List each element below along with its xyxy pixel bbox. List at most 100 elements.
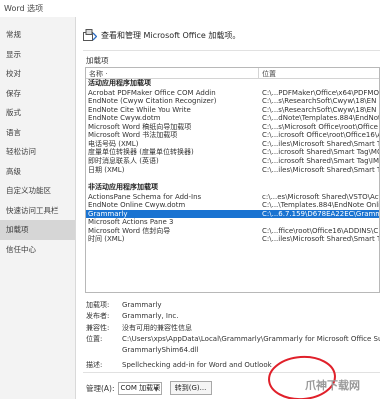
table-row[interactable]: 度量单位转换器 (度量单位转换器) C:\...icrosoft Shared\S… <box>86 148 379 157</box>
sidebar-item-advanced[interactable]: 高级 <box>0 162 75 182</box>
manage-select[interactable]: COM 加载项 ▼ <box>117 381 162 395</box>
column-header-location[interactable]: 位置 <box>262 69 276 79</box>
table-row[interactable]: EndNote Cite While You Write C:\...s\Rese… <box>86 106 379 115</box>
addin-name: Microsoft Word 稿纸向导加载项 <box>88 122 192 131</box>
addin-name: 时间 (XML) <box>88 235 125 244</box>
page-header: 查看和管理 Microsoft Office 加载项。 <box>83 27 240 43</box>
addin-name: EndNote Cite While You Write <box>88 105 191 114</box>
detail-label: 发布者: <box>86 312 110 321</box>
sidebar-item-display[interactable]: 显示 <box>0 45 75 65</box>
sidebar-item-typography[interactable]: 版式 <box>0 103 75 123</box>
table-row[interactable]: Microsoft Word 书法加载项 C:\...icrosoft Offic… <box>86 131 379 140</box>
column-divider[interactable] <box>258 68 259 78</box>
table-row[interactable]: 即时消息联系人 (英语) C:\...icrosoft Shared\Smart … <box>86 157 379 166</box>
active-addins-list: Acrobat PDFMaker Office COM Addin C:\...P… <box>86 89 379 174</box>
sidebar-item-trust-center[interactable]: 信任中心 <box>0 240 75 260</box>
chevron-down-icon: ▼ <box>153 385 159 393</box>
addin-location: C:\...\Templates.884\EndNote Onli <box>262 201 380 210</box>
addin-name: 电话号码 (XML) <box>88 139 139 148</box>
detail-label: 兼容性: <box>86 323 110 332</box>
addin-location: C:\...PDFMaker\Office\x64\PDFMOff <box>262 88 380 97</box>
group-header-inactive: 非活动应用程序加载项 <box>88 183 158 192</box>
detail-compatibility: 兼容性: 没有可用的兼容性信息 <box>86 323 380 334</box>
addin-location: C:\...icrosoft Shared\Smart Tag\IMC <box>262 156 380 165</box>
group-header-active: 活动应用程序加载项 <box>88 79 151 87</box>
addin-name: ActionsPane Schema for Add-Ins <box>88 192 202 201</box>
table-row[interactable]: EndNote Cwyw.dotm C:\...dNote\Templates.8… <box>86 114 379 123</box>
table-row[interactable]: 时间 (XML) C:\...iles\Microsoft Shared\Smar… <box>86 235 379 244</box>
addin-name: EndNote Cwyw.dotm <box>88 114 161 123</box>
sidebar-item-customize-ribbon[interactable]: 自定义功能区 <box>0 181 75 201</box>
addin-name: EndNote (Cwyw Citation Recognizer) <box>88 97 217 106</box>
table-row[interactable]: 电话号码 (XML) C:\...iles\Microsoft Shared\Sm… <box>86 140 379 149</box>
sidebar-item-accessibility[interactable]: 轻松访问 <box>0 142 75 162</box>
addin-location: C:\...iles\Microsoft Shared\Smart Tag <box>262 139 380 148</box>
table-row[interactable]: Microsoft Word 信封向导 C:\...ffice\root\Offi… <box>86 227 379 236</box>
addin-location: C:\...s\ResearchSoft\Cwyw\18\EN <box>262 97 377 106</box>
addin-location: C:\...ffice\root\Office16\ADDINS\C <box>262 226 379 235</box>
table-row[interactable]: 日期 (XML) C:\...iles\Microsoft Shared\Smar… <box>86 166 379 175</box>
addin-name: 日期 (XML) <box>88 165 125 174</box>
addin-location: C:\...s\ResearchSoft\Cwyw\18\EN <box>262 105 377 114</box>
detail-location: 位置: C:\Users\xps\AppData\Local\Grammarly… <box>86 334 380 345</box>
detail-value: Spellchecking add-in for Word and Outloo… <box>122 361 272 370</box>
addin-name: Microsoft Word 书法加载项 <box>88 131 178 140</box>
table-row[interactable]: Microsoft Word 稿纸向导加载项 C:\...s\Microsoft … <box>86 123 379 132</box>
detail-addin: 加载项: Grammarly <box>86 300 380 311</box>
table-row[interactable]: EndNote (Cwyw Citation Recognizer) C:\...… <box>86 97 379 106</box>
header-divider <box>83 50 380 51</box>
main-panel: 查看和管理 Microsoft Office 加载项。 加载项 名称 · 位置 … <box>76 17 380 399</box>
addin-location: C:\...icrosoft Office\root\Office16\A <box>262 131 380 140</box>
page-description: 查看和管理 Microsoft Office 加载项。 <box>101 30 241 40</box>
table-row[interactable]: Acrobat PDFMaker Office COM Addin C:\...P… <box>86 89 379 98</box>
detail-value: Grammarly <box>122 301 162 309</box>
sidebar-item-general[interactable]: 常规 <box>0 25 75 45</box>
addin-location: C:\...dNote\Templates.884\EndNote <box>262 114 380 123</box>
addin-location: C:\...iles\Microsoft Shared\Smart Tag <box>262 165 380 174</box>
addin-name: Grammarly <box>88 209 128 218</box>
table-row[interactable]: EndNote Online Cwyw.dotm C:\...\Templates… <box>86 201 379 210</box>
sidebar-item-addins[interactable]: 加载项 <box>0 220 75 240</box>
addin-location: C:\...6.7.159\D678EA22EC\Grammarl <box>262 209 380 218</box>
go-button[interactable]: 转到(G)... <box>169 381 212 395</box>
watermark: 爪神下载网 <box>305 379 360 392</box>
sidebar-item-save[interactable]: 保存 <box>0 84 75 104</box>
detail-value: Grammarly, Inc. <box>122 312 179 321</box>
sidebar-item-quick-access[interactable]: 快速访问工具栏 <box>0 201 75 221</box>
addin-name: EndNote Online Cwyw.dotm <box>88 201 186 210</box>
table-row[interactable]: ActionsPane Schema for Add-Ins c:\...es\M… <box>86 193 379 202</box>
addin-location: C:\...icrosoft Shared\Smart Tag\MO <box>262 148 380 157</box>
detail-value: 没有可用的兼容性信息 <box>122 323 192 332</box>
addin-location: C:\...iles\Microsoft Shared\Smart Tag <box>262 235 380 244</box>
detail-publisher: 发布者: Grammarly, Inc. <box>86 311 380 322</box>
table-row[interactable]: Grammarly C:\...6.7.159\D678EA22EC\Gramma… <box>86 209 380 219</box>
manage-bar: 管理(A): COM 加载项 ▼ 转到(G)... <box>86 381 212 395</box>
title-bar: Word 选项 <box>0 0 380 17</box>
column-header-name[interactable]: 名称 · <box>89 69 107 79</box>
addin-name: 度量单位转换器 (度量单位转换器) <box>88 148 194 157</box>
addin-location: C:\...s\Microsoft Office\root\Office <box>262 122 378 131</box>
addin-name: Acrobat PDFMaker Office COM Addin <box>88 88 216 97</box>
window-title: Word 选项 <box>4 4 44 13</box>
addins-table[interactable]: 名称 · 位置 活动应用程序加载项 Acrobat PDFMaker Offic… <box>85 67 380 293</box>
manage-label: 管理(A): <box>86 383 115 393</box>
detail-label: 描述: <box>86 361 103 370</box>
sidebar-item-proofing[interactable]: 校对 <box>0 64 75 84</box>
table-row[interactable]: Microsoft Actions Pane 3 <box>86 218 379 227</box>
detail-label: 位置: <box>86 334 103 343</box>
sidebar: 常规 显示 校对 保存 版式 语言 轻松访问 高级 自定义功能区 快速访问工具栏… <box>0 17 76 399</box>
detail-label: 加载项: <box>86 301 110 309</box>
table-header: 名称 · 位置 <box>86 68 379 79</box>
detail-value: GrammarlyShim64.dll <box>122 346 199 355</box>
sidebar-item-language[interactable]: 语言 <box>0 123 75 143</box>
addin-name: Microsoft Actions Pane 3 <box>88 218 174 227</box>
addin-name: 即时消息联系人 (英语) <box>88 156 159 165</box>
addin-location: c:\...es\Microsoft Shared\VSTO\Act <box>262 192 380 201</box>
addins-section-title: 加载项 <box>86 56 109 65</box>
inactive-addins-list: ActionsPane Schema for Add-Ins c:\...es\M… <box>86 193 379 244</box>
addins-icon <box>83 29 97 41</box>
addin-name: Microsoft Word 信封向导 <box>88 226 171 235</box>
detail-value: C:\Users\xps\AppData\Local\Grammarly\Gra… <box>122 334 380 343</box>
